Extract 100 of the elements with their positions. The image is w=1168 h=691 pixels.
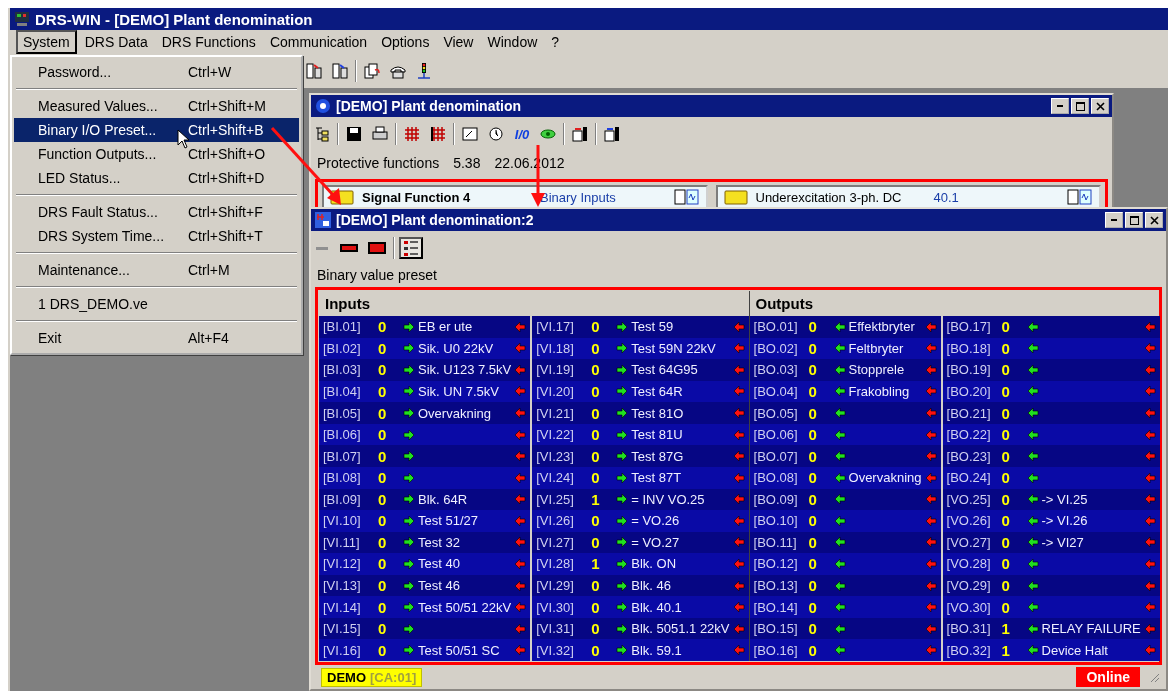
signal-code: [BO.07] xyxy=(753,448,799,464)
table-row[interactable]: [VI.27] 0 = VO.27 xyxy=(532,531,749,554)
table-row[interactable]: [VO.28] 0 xyxy=(942,553,1160,575)
table-row[interactable]: [VI.31] 0 Blk. 5051.1 22kV xyxy=(532,617,749,640)
table-row[interactable]: [VI.24] 0 Test 87T xyxy=(532,466,749,489)
table-row[interactable]: [BI.09] 0 Blk. 64R xyxy=(319,488,531,511)
menu-option[interactable]: Measured Values... Ctrl+Shift+M xyxy=(14,94,299,118)
table-row[interactable]: [VI.30] 0 Blk. 40.1 xyxy=(532,596,749,618)
signal-value: 0 xyxy=(808,533,818,551)
table-row[interactable]: [VO.27] 0 -> VI27 xyxy=(942,531,1160,554)
table-row[interactable]: [VI.10] 0 Test 51/27 xyxy=(319,510,531,532)
table-row[interactable]: [BO.08] 0 Overvakning xyxy=(749,466,941,489)
menu-option[interactable]: Function Outputs... Ctrl+Shift+O xyxy=(14,142,299,166)
menu-option[interactable]: Maintenance... Ctrl+M xyxy=(14,258,299,282)
table-row[interactable]: [VI.14] 0 Test 50/51 22kV xyxy=(319,596,531,618)
table-row[interactable]: [VO.26] 0 -> VI.26 xyxy=(942,510,1160,532)
table-row[interactable]: [BI.05] 0 Overvakning xyxy=(319,402,531,424)
table-row[interactable]: [BI.08] 0 xyxy=(319,466,531,489)
arrow-left-icon xyxy=(514,471,527,484)
table-row[interactable]: [VO.25] 0 -> VI.25 xyxy=(942,488,1160,511)
table-row[interactable]: [BO.02] 0 Feltbryter xyxy=(749,337,941,360)
table-row[interactable]: [BO.17] 0 xyxy=(942,316,1160,338)
table-row[interactable]: [BI.03] 0 Sik. U123 7.5kV xyxy=(319,359,531,381)
close-button[interactable] xyxy=(1091,98,1109,114)
table-row[interactable]: [VI.11] 0 Test 32 xyxy=(319,531,531,554)
table-row[interactable]: [BO.18] 0 xyxy=(942,337,1160,360)
table-row[interactable]: [BO.10] 0 xyxy=(749,510,941,532)
table-row[interactable]: [VI.15] 0 xyxy=(319,617,531,640)
device-name: DEMO xyxy=(327,669,366,685)
table-row[interactable]: [VI.16] 0 Test 50/51 SC xyxy=(319,639,531,661)
table-row[interactable]: [BO.11] 0 xyxy=(749,531,941,554)
window-title: DRS-WIN - [DEMO] Plant denomination xyxy=(35,10,314,28)
table-row[interactable]: [BO.05] 0 xyxy=(749,402,941,424)
arrow-left-icon xyxy=(833,579,846,592)
table-row[interactable]: [BO.13] 0 xyxy=(749,574,941,597)
table-row[interactable]: [BO.20] 0 xyxy=(942,380,1160,403)
table-row[interactable]: [BO.09] 0 xyxy=(749,488,941,511)
arrow-left-icon xyxy=(514,493,527,506)
table-row[interactable]: [BO.15] 0 xyxy=(749,617,941,640)
table-row[interactable]: [VI.18] 0 Test 59N 22kV xyxy=(532,337,749,360)
table-row[interactable]: [VI.13] 0 Test 46 xyxy=(319,574,531,597)
connection-status: Online xyxy=(1076,667,1140,687)
table-row[interactable]: [VI.19] 0 Test 64G95 xyxy=(532,359,749,381)
table-row[interactable]: [BI.01] 0 EB er ute xyxy=(319,316,531,338)
table-row[interactable]: [BO.03] 0 Stopprele xyxy=(749,359,941,381)
view-button[interactable] xyxy=(399,237,423,259)
table-row[interactable]: [BO.23] 0 xyxy=(942,445,1160,467)
table-row[interactable]: [BO.04] 0 Frakobling xyxy=(749,380,941,403)
menu-option[interactable]: Exit Alt+F4 xyxy=(14,326,299,350)
close-button[interactable] xyxy=(1145,212,1163,228)
table-row[interactable]: [VI.21] 0 Test 81O xyxy=(532,402,749,424)
table-row[interactable]: [BO.21] 0 xyxy=(942,402,1160,424)
menu-option[interactable]: Binary I/O Preset... Ctrl+Shift+B xyxy=(14,118,299,142)
maximize-button[interactable] xyxy=(1071,98,1089,114)
table-row[interactable]: [BO.19] 0 xyxy=(942,359,1160,381)
table-row[interactable]: [VI.20] 0 Test 64R xyxy=(532,380,749,403)
function-folder-icon xyxy=(723,188,748,206)
table-row[interactable]: [VI.25] 1 = INV VO.25 xyxy=(532,488,749,511)
table-row[interactable]: [BO.22] 0 xyxy=(942,423,1160,446)
signal-name: Effektbryter xyxy=(848,319,916,335)
menu-option[interactable]: Password... Ctrl+W xyxy=(14,60,299,84)
table-row[interactable]: [BI.07] 0 xyxy=(319,445,531,467)
toolbar-button[interactable] xyxy=(303,60,325,82)
table-row[interactable]: [BO.16] 0 xyxy=(749,639,941,661)
arrow-left-icon xyxy=(1143,320,1156,333)
table-row[interactable]: [VI.28] 1 Blk. ON xyxy=(532,553,749,575)
menu-option[interactable]: DRS Fault Status... Ctrl+Shift+F xyxy=(14,200,299,224)
table-row[interactable]: [VO.30] 0 xyxy=(942,596,1160,618)
table-row[interactable]: [VI.26] 0 = VO.26 xyxy=(532,510,749,532)
table-row[interactable]: [BI.04] 0 Sik. UN 7.5kV xyxy=(319,380,531,403)
table-row[interactable]: [BI.06] 0 xyxy=(319,423,531,446)
menu-item[interactable]: System xyxy=(16,30,77,54)
table-row[interactable]: [VI.12] 0 Test 40 xyxy=(319,553,531,575)
table-row[interactable]: [BO.06] 0 xyxy=(749,423,941,446)
toolbar-button[interactable] xyxy=(329,60,351,82)
table-row[interactable]: [BO.24] 0 xyxy=(942,466,1160,489)
menu-option[interactable]: DRS System Time... Ctrl+Shift+T xyxy=(14,224,299,248)
menu-option[interactable]: 1 DRS_DEMO.ve xyxy=(14,292,299,316)
table-row[interactable]: [VI.32] 0 Blk. 59.1 xyxy=(532,639,749,661)
maximize-button[interactable] xyxy=(1125,212,1143,228)
table-row[interactable]: [VI.17] 0 Test 59 xyxy=(532,316,749,338)
table-row[interactable]: [VI.23] 0 Test 87G xyxy=(532,445,749,467)
signal-code: [BO.04] xyxy=(753,383,799,399)
table-row[interactable]: [BO.12] 0 xyxy=(749,553,941,575)
table-row[interactable]: [BO.01] 0 Effektbryter xyxy=(749,316,941,338)
table-row[interactable]: [VI.29] 0 Blk. 46 xyxy=(532,574,749,597)
function-card[interactable]: Underexcitation 3-ph. DC 40.1 xyxy=(715,185,1101,209)
signal-code: [BO.03] xyxy=(753,362,799,378)
arrow-left-icon xyxy=(732,385,745,398)
table-row[interactable]: [BO.14] 0 xyxy=(749,596,941,618)
table-row[interactable]: [VI.22] 0 Test 81U xyxy=(532,423,749,446)
menu-option[interactable]: LED Status... Ctrl+Shift+D xyxy=(14,166,299,190)
table-row[interactable]: [VO.29] 0 xyxy=(942,574,1160,597)
minimize-button[interactable] xyxy=(1051,98,1069,114)
table-row[interactable]: [BO.32] 1 Device Halt xyxy=(942,639,1160,661)
table-row[interactable]: [BO.31] 1 RELAY FAILURE xyxy=(942,617,1160,640)
table-row[interactable]: [BO.07] 0 xyxy=(749,445,941,467)
table-row[interactable]: [BI.02] 0 Sik. U0 22kV xyxy=(319,337,531,360)
minimize-button[interactable] xyxy=(1105,212,1123,228)
signal-value: 0 xyxy=(591,339,601,357)
